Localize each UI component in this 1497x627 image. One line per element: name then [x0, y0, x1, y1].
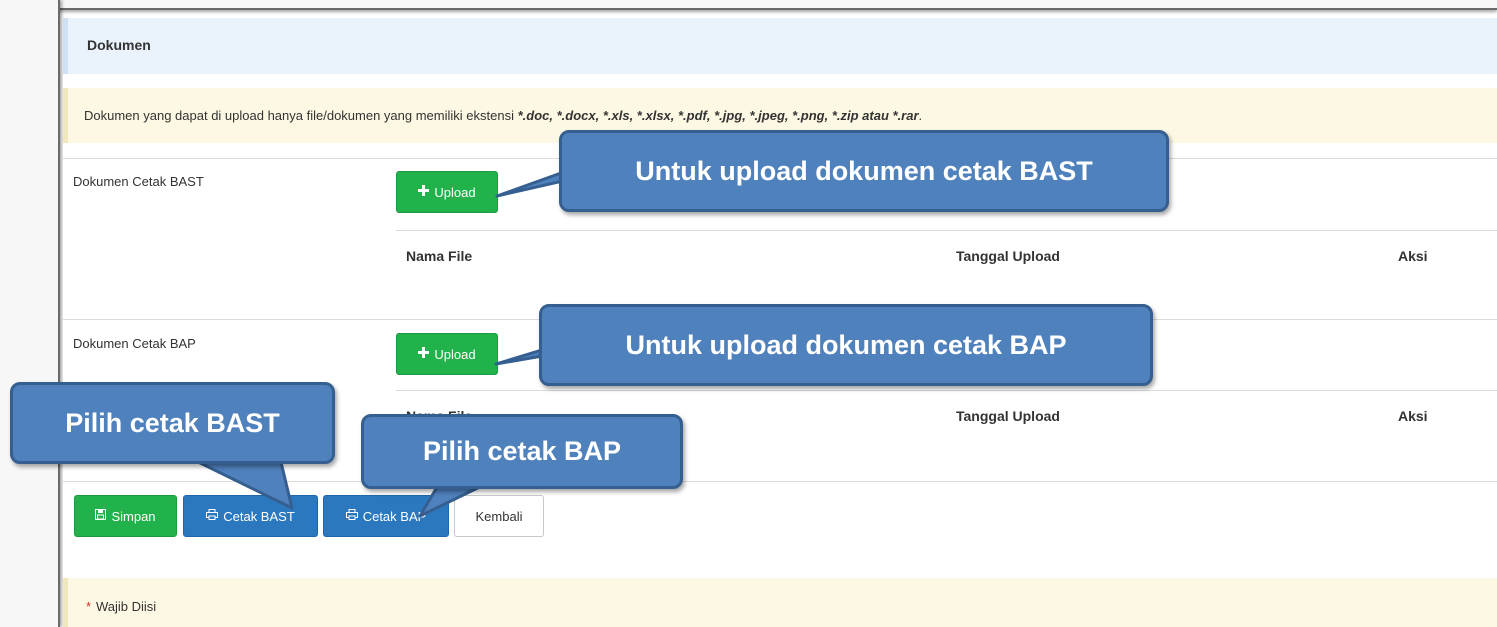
simpan-button[interactable]: Simpan: [74, 495, 177, 537]
upload-bast-button[interactable]: Upload: [396, 171, 498, 213]
callout-pilih-bast-text: Pilih cetak BAST: [10, 382, 335, 464]
cetak-bap-label: Cetak BAP: [362, 508, 427, 524]
print-icon: [345, 509, 358, 523]
required-note: * Wajib Diisi: [63, 578, 1497, 627]
section-label-bap: Dokumen Cetak BAP: [73, 336, 196, 351]
callout-upload-bap-text: Untuk upload dokumen cetak BAP: [539, 304, 1153, 386]
panel-header: Dokumen: [63, 18, 1497, 74]
col-header-tanggal-upload: Tanggal Upload: [956, 248, 1060, 264]
cetak-bap-button[interactable]: Cetak BAP: [323, 495, 449, 537]
upload-bap-button[interactable]: Upload: [396, 333, 498, 375]
screenshot: Dokumen Dokumen yang dapat di upload han…: [0, 0, 1497, 627]
simpan-label: Simpan: [111, 508, 156, 524]
upload-bap-label: Upload: [434, 346, 476, 362]
kembali-label: Kembali: [475, 508, 523, 524]
plus-icon: [418, 185, 430, 199]
cetak-bast-button[interactable]: Cetak BAST: [183, 495, 318, 537]
section-label-bast: Dokumen Cetak BAST: [73, 174, 204, 189]
print-icon: [206, 509, 219, 523]
window-top-edge: [0, 0, 1497, 10]
window-left-edge: [0, 0, 60, 627]
panel-title: Dokumen: [87, 37, 151, 53]
col-header-nama-file: Nama File: [406, 248, 473, 264]
col-header-aksi: Aksi: [1398, 408, 1428, 424]
col-header-aksi: Aksi: [1398, 248, 1428, 264]
notice-suffix: .: [918, 108, 923, 123]
table-top-border: [396, 390, 1497, 391]
notice-extensions: *.doc, *.docx, *.xls, *.xlsx, *.pdf, *.j…: [517, 108, 919, 123]
required-star: *: [86, 599, 92, 614]
table-top-border: [396, 230, 1497, 231]
plus-icon: [418, 347, 430, 361]
callout-upload-bast-text: Untuk upload dokumen cetak BAST: [559, 130, 1169, 212]
kembali-button[interactable]: Kembali: [454, 495, 544, 537]
cetak-bast-label: Cetak BAST: [223, 508, 295, 524]
save-icon: [95, 509, 107, 523]
upload-bast-label: Upload: [434, 184, 476, 200]
callout-pilih-bap-text: Pilih cetak BAP: [361, 414, 683, 489]
notice-text: Dokumen yang dapat di upload hanya file/…: [84, 108, 922, 123]
required-label: Wajib Diisi: [96, 599, 157, 614]
col-header-tanggal-upload: Tanggal Upload: [956, 408, 1060, 424]
divider: [63, 481, 1497, 482]
notice-prefix: Dokumen yang dapat di upload hanya file/…: [84, 108, 518, 123]
